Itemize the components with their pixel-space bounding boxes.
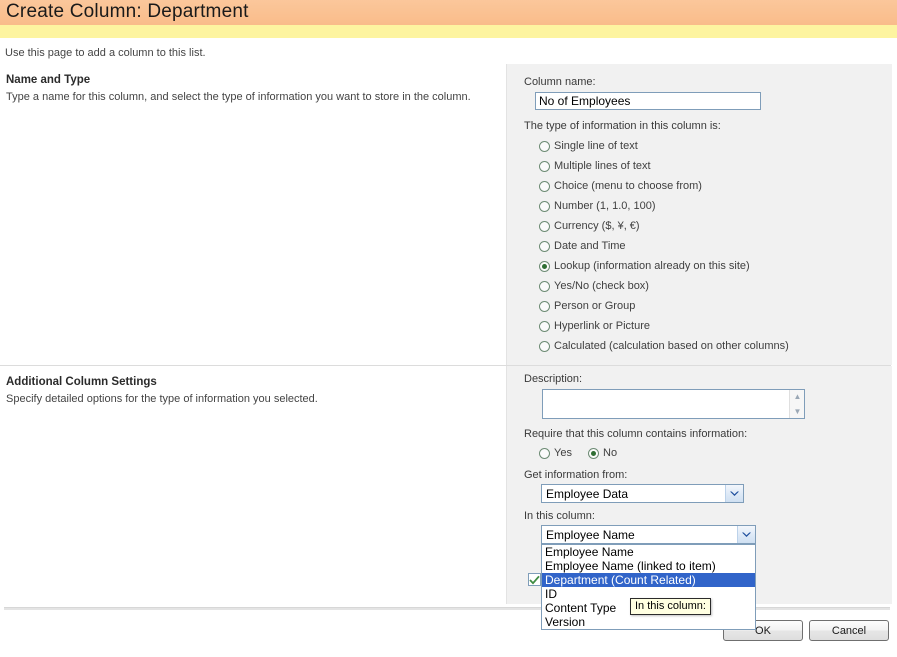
type-option-label: Single line of text xyxy=(554,140,638,152)
column-name-label: Column name: xyxy=(524,76,596,88)
type-option-hyperlink-or-picture[interactable]: Hyperlink or Picture xyxy=(539,320,650,332)
type-option-label: Person or Group xyxy=(554,300,636,312)
cancel-button[interactable]: Cancel xyxy=(809,620,889,641)
type-option-single-line-of-text[interactable]: Single line of text xyxy=(539,140,638,152)
require-option-label: Yes xyxy=(554,447,572,459)
type-option-calculated[interactable]: Calculated (calculation based on other c… xyxy=(539,340,789,352)
show-field-checkbox[interactable] xyxy=(528,573,541,586)
radio-icon xyxy=(539,140,550,152)
create-column-form: Name and Type Type a name for this colum… xyxy=(0,64,892,604)
radio-icon xyxy=(539,280,550,292)
checkmark-icon xyxy=(529,575,540,585)
type-option-person-or-group[interactable]: Person or Group xyxy=(539,300,635,312)
radio-icon xyxy=(539,447,550,459)
section-name-and-type-description-pane: Name and Type Type a name for this colum… xyxy=(0,64,506,365)
description-textarea[interactable]: ▲ ▼ xyxy=(542,389,805,419)
section-title-additional-settings: Additional Column Settings xyxy=(6,376,157,388)
section-desc-additional-settings: Specify detailed options for the type of… xyxy=(6,393,318,405)
chevron-down-icon[interactable] xyxy=(737,526,755,543)
type-option-label: Choice (menu to choose from) xyxy=(554,180,702,192)
type-option-currency[interactable]: Currency ($, ¥, €) xyxy=(539,220,640,232)
radio-icon-selected xyxy=(588,447,599,459)
page-title: Create Column: Department xyxy=(6,1,249,22)
require-information-label: Require that this column contains inform… xyxy=(524,428,748,440)
type-option-date-and-time[interactable]: Date and Time xyxy=(539,240,626,252)
radio-icon xyxy=(539,180,550,192)
type-option-label: Lookup (information already on this site… xyxy=(554,260,750,272)
radio-icon xyxy=(539,200,550,212)
type-option-label: Yes/No (check box) xyxy=(554,280,649,292)
type-option-choice[interactable]: Choice (menu to choose from) xyxy=(539,180,702,192)
type-option-label: Currency ($, ¥, €) xyxy=(554,220,640,232)
dropdown-option[interactable]: Employee Name (linked to item) xyxy=(542,559,755,573)
footer-separator xyxy=(4,607,890,610)
in-this-column-label: In this column: xyxy=(524,510,595,522)
get-information-from-label: Get information from: xyxy=(524,469,628,481)
require-option-yes[interactable]: Yes xyxy=(539,447,572,459)
tooltip: In this column: xyxy=(630,598,711,615)
section-additional-description-pane: Additional Column Settings Specify detai… xyxy=(0,366,506,604)
section-title-name-and-type: Name and Type xyxy=(6,74,91,86)
get-information-from-value: Employee Data xyxy=(546,486,629,501)
type-of-information-label: The type of information in this column i… xyxy=(524,120,721,132)
type-option-lookup[interactable]: Lookup (information already on this site… xyxy=(539,260,750,272)
type-option-label: Calculated (calculation based on other c… xyxy=(554,340,789,352)
radio-icon xyxy=(539,220,550,232)
radio-icon xyxy=(539,340,550,352)
type-option-label: Date and Time xyxy=(554,240,626,252)
type-option-yes-no[interactable]: Yes/No (check box) xyxy=(539,280,649,292)
section-desc-name-and-type: Type a name for this column, and select … xyxy=(6,91,471,103)
type-option-label: Multiple lines of text xyxy=(554,160,651,172)
in-this-column-value: Employee Name xyxy=(546,527,635,542)
description-scrollbar[interactable]: ▲ ▼ xyxy=(789,390,804,418)
type-option-multiple-lines-of-text[interactable]: Multiple lines of text xyxy=(539,160,651,172)
in-this-column-select[interactable]: Employee Name xyxy=(541,525,756,544)
column-name-input[interactable] xyxy=(535,92,761,110)
radio-icon xyxy=(539,240,550,252)
scroll-up-icon[interactable]: ▲ xyxy=(790,390,805,404)
radio-icon xyxy=(539,300,550,312)
type-option-label: Hyperlink or Picture xyxy=(554,320,650,332)
type-option-number[interactable]: Number (1, 1.0, 100) xyxy=(539,200,656,212)
chevron-down-icon[interactable] xyxy=(725,485,743,502)
page-title-bar: Create Column: Department xyxy=(0,0,897,25)
dropdown-option[interactable]: Version xyxy=(542,615,755,629)
get-information-from-select[interactable]: Employee Data xyxy=(541,484,744,503)
require-option-label: No xyxy=(603,447,618,459)
dropdown-option-selected[interactable]: Department (Count Related) xyxy=(542,573,755,587)
in-this-column-dropdown-list[interactable]: Employee Name Employee Name (linked to i… xyxy=(541,544,756,630)
type-option-label: Number (1, 1.0, 100) xyxy=(554,200,656,212)
require-option-no[interactable]: No xyxy=(588,447,617,459)
scroll-down-icon[interactable]: ▼ xyxy=(790,405,805,419)
radio-icon xyxy=(539,320,550,332)
page-intro-text: Use this page to add a column to this li… xyxy=(5,47,206,59)
radio-icon-selected xyxy=(539,260,550,272)
dropdown-option[interactable]: Employee Name xyxy=(542,545,755,559)
title-accent-band xyxy=(0,25,897,38)
description-label: Description: xyxy=(524,373,583,385)
radio-icon xyxy=(539,160,550,172)
